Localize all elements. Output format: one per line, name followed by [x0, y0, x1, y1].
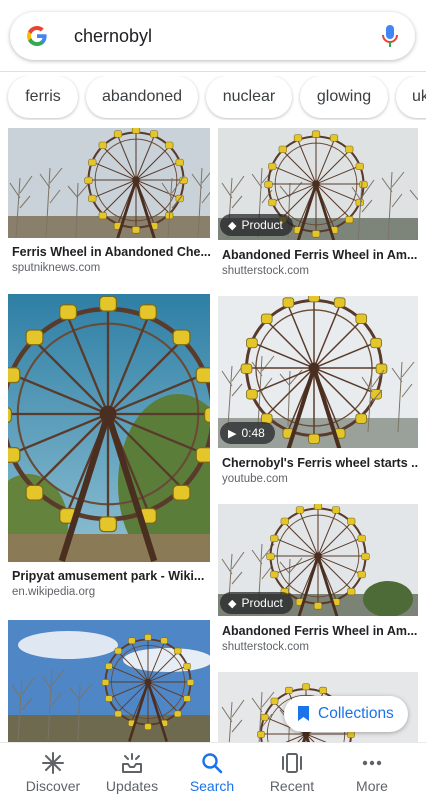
- badge-label: Product: [241, 218, 283, 232]
- product-badge: ◆ Product: [220, 214, 293, 236]
- image-result-card[interactable]: Ferris Wheel in Abandoned Che... sputnik…: [8, 128, 210, 278]
- nav-label: Recent: [269, 778, 315, 794]
- video-result-card[interactable]: ▶ 0:48 Chernobyl's Ferris wheel starts ..…: [218, 296, 418, 488]
- result-caption: Abandoned Ferris Wheel in Am...: [222, 248, 418, 262]
- nav-label: More: [356, 778, 388, 794]
- result-thumbnail[interactable]: [8, 294, 210, 562]
- play-icon: ▶: [228, 428, 237, 440]
- nav-more[interactable]: More: [332, 743, 412, 801]
- result-caption: Abandoned Ferris Wheel in Am...: [222, 624, 418, 638]
- video-duration-badge: ▶ 0:48: [220, 422, 275, 444]
- result-caption: Chernobyl's Ferris wheel starts ...: [222, 456, 418, 470]
- recent-tabs-icon: [282, 753, 302, 773]
- chip-uk[interactable]: uk: [396, 76, 426, 118]
- collections-button[interactable]: Collections: [284, 696, 408, 732]
- result-thumbnail[interactable]: [8, 128, 210, 238]
- result-source: shutterstock.com: [222, 641, 309, 653]
- image-result-card[interactable]: ◆ Product Abandoned Ferris Wheel in Am...…: [218, 128, 418, 278]
- chip-nuclear[interactable]: nuclear: [206, 76, 292, 118]
- result-caption: Ferris Wheel in Abandoned Che...: [12, 245, 210, 259]
- badge-label: Product: [241, 596, 283, 610]
- result-caption: Pripyat amusement park - Wiki...: [12, 569, 205, 583]
- updates-icon: [122, 753, 142, 773]
- search-icon: [202, 753, 223, 774]
- badge-label: 0:48: [241, 426, 265, 440]
- search-bar[interactable]: chernobyl: [10, 12, 415, 60]
- chip-ferris[interactable]: ferris: [8, 76, 78, 118]
- bottom-navigation: Discover Updates Search Recent More: [0, 742, 426, 801]
- result-source: sputniknews.com: [12, 262, 101, 274]
- result-source: en.wikipedia.org: [12, 586, 96, 598]
- nav-discover[interactable]: Discover: [13, 743, 93, 801]
- nav-search[interactable]: Search: [172, 743, 252, 801]
- header-divider: [0, 71, 426, 72]
- result-thumbnail[interactable]: [8, 620, 210, 742]
- nav-recent[interactable]: Recent: [252, 743, 332, 801]
- google-logo-icon: [27, 26, 47, 46]
- nav-label: Updates: [105, 778, 159, 794]
- related-search-chips: ferris abandoned nuclear glowing uk: [0, 76, 426, 120]
- nav-updates[interactable]: Updates: [92, 743, 172, 801]
- chip-abandoned[interactable]: abandoned: [86, 76, 198, 118]
- nav-label: Discover: [25, 778, 81, 794]
- asterisk-icon: [42, 752, 64, 774]
- nav-label: Search: [189, 778, 235, 794]
- result-source: shutterstock.com: [222, 265, 309, 277]
- image-result-card[interactable]: Pripyat amusement park - Wiki... en.wiki…: [8, 294, 210, 606]
- product-badge: ◆ Product: [220, 592, 293, 614]
- bookmark-icon: [298, 706, 309, 721]
- tag-icon: ◆: [228, 598, 237, 610]
- collections-label: Collections: [318, 705, 394, 722]
- more-dots-icon: [362, 760, 382, 766]
- result-source: youtube.com: [222, 473, 288, 485]
- chip-glowing[interactable]: glowing: [300, 76, 388, 118]
- image-result-card[interactable]: ◆ Product Abandoned Ferris Wheel in Am...…: [218, 504, 418, 656]
- image-result-card[interactable]: [8, 620, 210, 742]
- search-header: chernobyl: [0, 0, 426, 72]
- search-query-text[interactable]: chernobyl: [74, 26, 152, 47]
- microphone-icon[interactable]: [381, 24, 399, 48]
- tag-icon: ◆: [228, 220, 237, 232]
